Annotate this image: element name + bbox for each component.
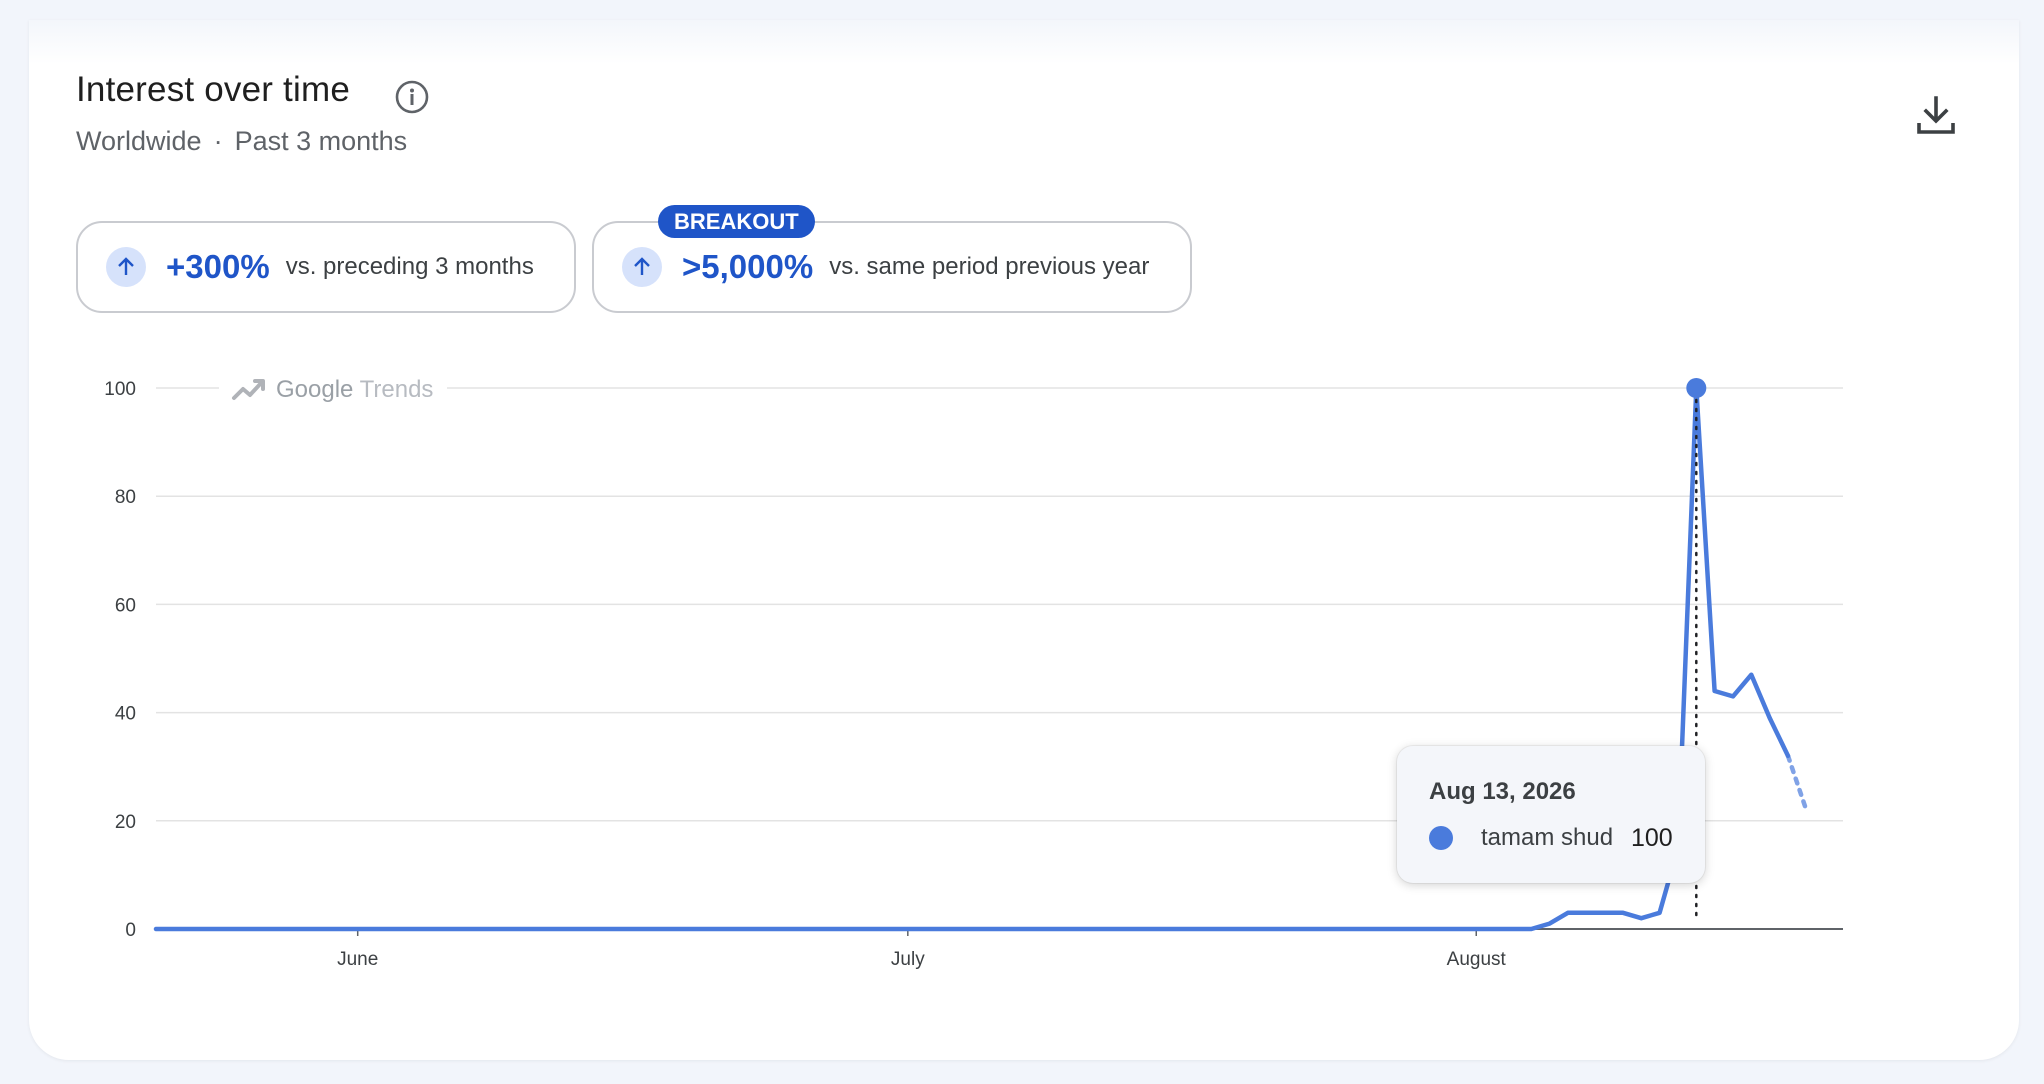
line-chart: 0 20 40 60 80 100 June July August Google Trends	[104, 370, 1843, 970]
highlight-point	[1686, 378, 1707, 398]
watermark-google: Google Trends	[276, 376, 433, 403]
y-tick-label: 100	[104, 379, 136, 400]
x-tick-label: June	[337, 949, 378, 970]
tooltip-term: tamam shud	[1481, 824, 1614, 851]
y-tick-label: 80	[115, 487, 136, 508]
tooltip-date: Aug 13, 2026	[1429, 778, 1576, 805]
y-tick-label: 40	[115, 704, 136, 725]
watermark-trends: Trends	[360, 376, 434, 403]
x-tick-label: August	[1447, 949, 1507, 970]
y-tick-label: 20	[115, 812, 136, 833]
x-tick-label: July	[891, 949, 925, 970]
tooltip-value: 100	[1631, 824, 1673, 852]
y-tick-label: 60	[115, 595, 136, 616]
chart-tooltip: Aug 13, 2026 tamam shud 100	[1397, 746, 1705, 883]
y-tick-label: 0	[125, 920, 136, 941]
series-line-partial	[1785, 753, 1809, 813]
interest-over-time-card: Interest over time Worldwide · Past 3 mont…	[29, 20, 2019, 1060]
series-color-dot	[1429, 826, 1453, 850]
